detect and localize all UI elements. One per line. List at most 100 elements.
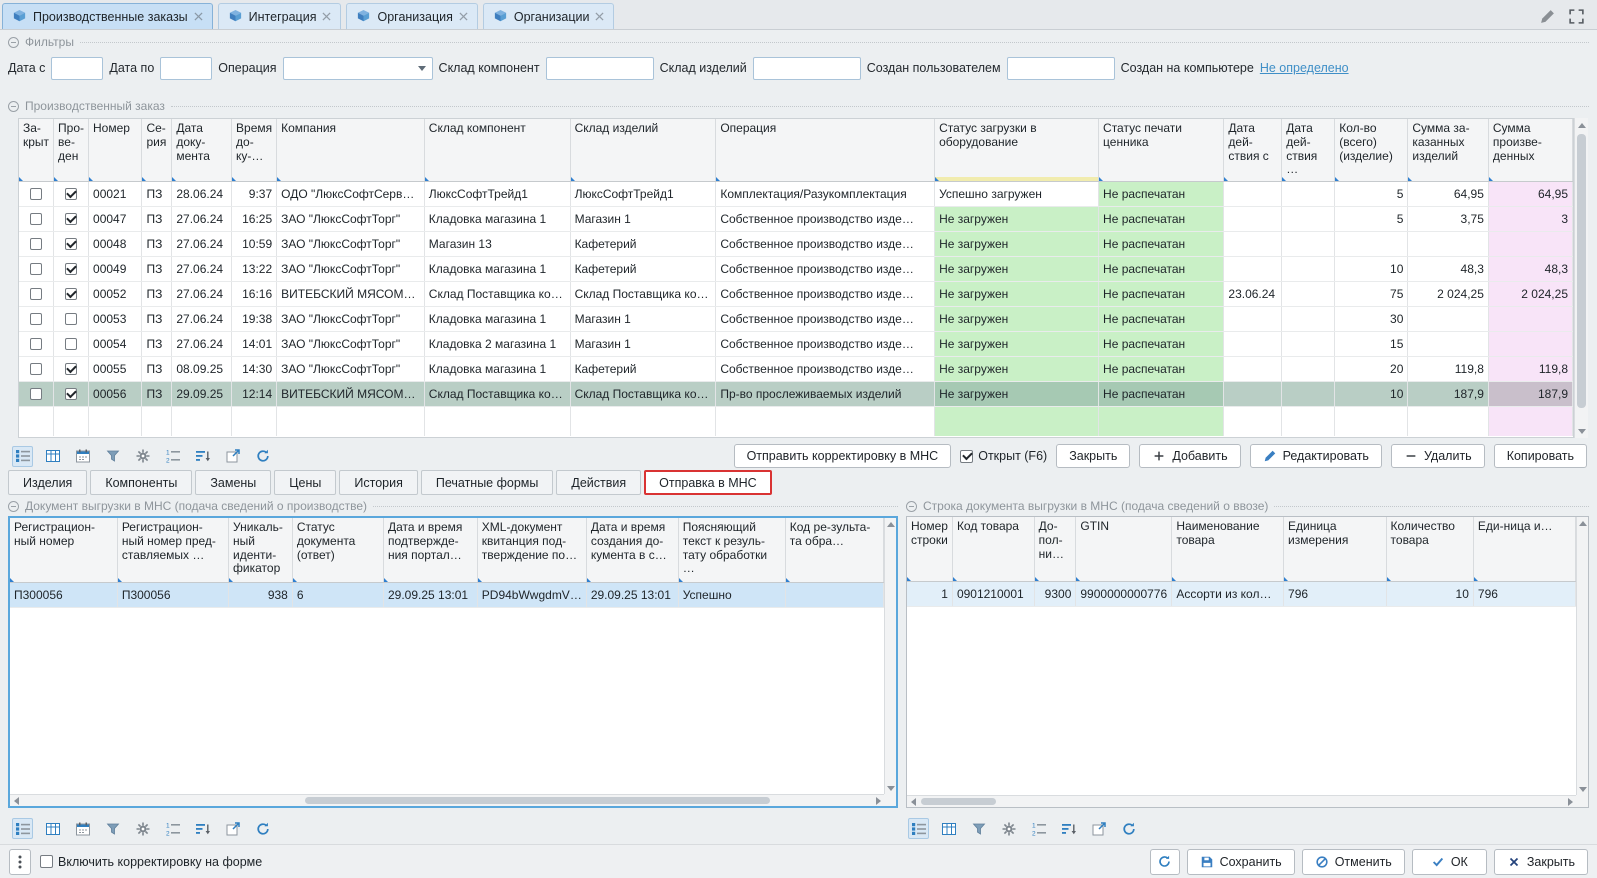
open-checkbox[interactable] [960, 450, 973, 463]
refresh-icon[interactable] [1118, 818, 1139, 839]
grid-cell[interactable] [1282, 231, 1335, 256]
grid-cell[interactable]: 27.06.24 [172, 206, 232, 231]
column-header[interactable]: Сумма произве-денных [1488, 119, 1572, 181]
grid-cell[interactable]: 14:01 [232, 331, 277, 356]
tab-pechatnye-formy[interactable]: Печатные формы [421, 470, 554, 495]
include-correction-wrap[interactable]: Включить корректировку на форме [40, 855, 262, 869]
column-header[interactable]: Дата доку-мента [172, 119, 232, 181]
grid-cell[interactable] [1282, 381, 1335, 406]
grid-cell[interactable]: Кладовка магазина 1 [424, 306, 570, 331]
grid-cell[interactable] [19, 381, 54, 406]
column-header[interactable]: Дата дей-ствия с [1224, 119, 1282, 181]
refresh-icon[interactable] [252, 446, 273, 467]
created-on-link[interactable]: Не определено [1260, 61, 1349, 75]
grid-cell[interactable] [1282, 356, 1335, 381]
table-icon[interactable] [938, 818, 959, 839]
row-checkbox[interactable] [30, 288, 42, 300]
grid-cell[interactable] [1282, 206, 1335, 231]
row-checkbox[interactable] [30, 238, 42, 250]
grid-cell[interactable] [19, 256, 54, 281]
row-checkbox[interactable] [65, 363, 77, 375]
tab-deystviya[interactable]: Действия [556, 470, 641, 495]
grid-cell[interactable]: ПЗ [142, 306, 172, 331]
column-header[interactable]: До-пол-ни… [1034, 517, 1076, 581]
grid-cell[interactable]: Не загружен [935, 206, 1099, 231]
row-checkbox[interactable] [65, 388, 77, 400]
date-from-input[interactable] [51, 57, 103, 80]
grid-cell[interactable]: 12:14 [232, 381, 277, 406]
collapse-icon[interactable] [906, 501, 917, 512]
send-correction-button[interactable]: Отправить корректировку в МНС [734, 444, 952, 468]
column-header[interactable]: Склад изделий [570, 119, 716, 181]
grid-cell[interactable]: 10:59 [232, 231, 277, 256]
grid-cell[interactable]: 5 [1335, 206, 1408, 231]
grid-cell[interactable]: 10 [1335, 256, 1408, 281]
grid-cell[interactable]: Не загружен [935, 356, 1099, 381]
grid-cell[interactable]: ВИТЕБСКИЙ МЯСОМ… [277, 381, 425, 406]
scroll-thumb[interactable] [921, 798, 996, 805]
column-header[interactable]: Кол-во (всего) (изделие) [1335, 119, 1408, 181]
grid-cell[interactable] [54, 356, 89, 381]
grid-cell[interactable] [1408, 331, 1489, 356]
grid-cell[interactable]: 27.06.24 [172, 306, 232, 331]
window-tab-organizatsii[interactable]: Организации [483, 3, 615, 29]
tab-komponenty[interactable]: Компоненты [90, 470, 192, 495]
grid-cell[interactable] [19, 181, 54, 206]
grid-cell[interactable]: Кафетерий [570, 356, 716, 381]
table-row[interactable]: 00053ПЗ27.06.2419:38ЗАО "ЛюксСофтТорг"Кл… [19, 306, 1573, 331]
grid-cell[interactable] [19, 356, 54, 381]
table-icon[interactable] [42, 446, 63, 467]
grid-cell[interactable]: Магазин 1 [570, 306, 716, 331]
menu-button[interactable] [9, 849, 31, 875]
grid-cell[interactable]: 3,75 [1408, 206, 1489, 231]
properties-icon[interactable] [908, 818, 929, 839]
scroll-thumb[interactable] [1577, 134, 1586, 408]
grid-cell[interactable]: Успешно [678, 582, 785, 607]
window-tab-integratsiya[interactable]: Интеграция [218, 3, 342, 29]
grid-cell[interactable]: 27.06.24 [172, 231, 232, 256]
grid-cell[interactable] [19, 306, 54, 331]
grid-cell[interactable]: Не распечатан [1099, 381, 1224, 406]
grid-cell[interactable]: 5 [1335, 181, 1408, 206]
table-row[interactable]: 00052ПЗ27.06.2416:16ВИТЕБСКИЙ МЯСОМ…Скла… [19, 281, 1573, 306]
table-row[interactable]: 00048ПЗ27.06.2410:59ЗАО "ЛюксСофтТорг"Ма… [19, 231, 1573, 256]
grid-cell[interactable]: Собственное производство изде… [716, 256, 935, 281]
refresh-icon[interactable] [252, 818, 273, 839]
grid-cell[interactable]: Не распечатан [1099, 306, 1224, 331]
grid-cell[interactable] [785, 582, 883, 607]
grid-cell[interactable]: 64,95 [1488, 181, 1572, 206]
grid-cell[interactable]: 16:16 [232, 281, 277, 306]
close-icon[interactable] [194, 12, 203, 21]
calendar-icon[interactable] [72, 446, 93, 467]
grid-cell[interactable]: ЗАО "ЛюксСофтТорг" [277, 206, 425, 231]
grid-cell[interactable]: 3 [1488, 206, 1572, 231]
grid-cell[interactable] [54, 256, 89, 281]
grid-cell[interactable]: 9900000000776 [1076, 581, 1172, 606]
row-checkbox[interactable] [65, 338, 77, 350]
grid-cell[interactable]: 9300 [1034, 581, 1076, 606]
grid-cell[interactable] [1224, 256, 1282, 281]
grid-cell[interactable]: 28.06.24 [172, 181, 232, 206]
row-checkbox[interactable] [30, 338, 42, 350]
operation-select[interactable] [283, 57, 433, 80]
grid-cell[interactable]: Кладовка магазина 1 [424, 356, 570, 381]
grid-cell[interactable]: ПЗ [142, 231, 172, 256]
grid-cell[interactable]: ЗАО "ЛюксСофтТорг" [277, 256, 425, 281]
properties-icon[interactable] [12, 446, 33, 467]
calendar-icon[interactable] [72, 818, 93, 839]
table-row[interactable]: 00049ПЗ27.06.2413:22ЗАО "ЛюксСофтТорг"Кл… [19, 256, 1573, 281]
column-header[interactable]: Склад компонент [424, 119, 570, 181]
grid-cell[interactable]: Кафетерий [570, 231, 716, 256]
grid-cell[interactable]: ЛюксСофтТрейд1 [570, 181, 716, 206]
grid-cell[interactable]: Не распечатан [1099, 231, 1224, 256]
grid-cell[interactable]: Собственное производство изде… [716, 356, 935, 381]
vertical-scrollbar[interactable] [1576, 517, 1588, 795]
open-checkbox-wrap[interactable]: Открыт (F6) [960, 449, 1047, 463]
grid-cell[interactable]: П300056 [10, 582, 117, 607]
sort-icon[interactable] [192, 818, 213, 839]
column-header[interactable]: Дата и время подтвержде-ния портал… [383, 518, 477, 582]
grid-cell[interactable]: Пр-во прослеживаемых изделий [716, 381, 935, 406]
grid-cell[interactable]: 27.06.24 [172, 256, 232, 281]
row-checkbox[interactable] [65, 188, 77, 200]
grid-cell[interactable]: Магазин 1 [570, 331, 716, 356]
